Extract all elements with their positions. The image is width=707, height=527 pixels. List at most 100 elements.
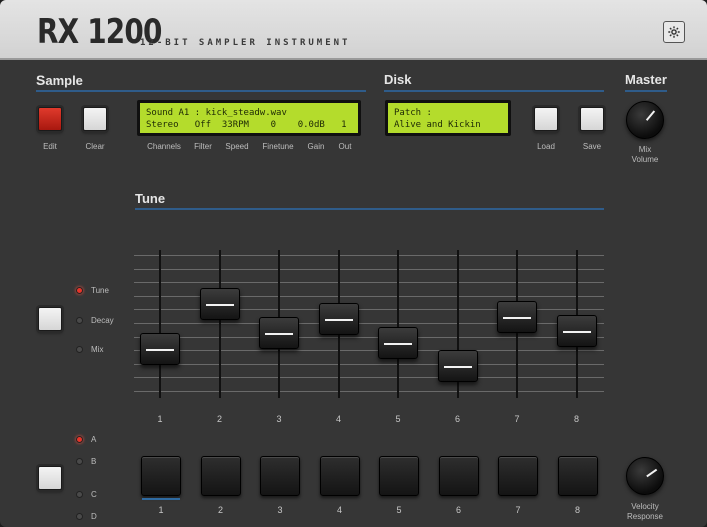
fader-indicator [265,333,293,336]
bank-led-b[interactable] [76,458,83,465]
drum-pad-7[interactable] [498,456,538,496]
sample-lcd-line1: Sound A1 : kick_steadw.wav [146,108,287,118]
drum-pad-number: 4 [336,505,342,515]
fader-indicator [146,349,174,352]
slider-gridline [134,350,604,352]
fader-indicator [205,304,234,307]
drum-pad-number: 7 [515,505,521,515]
edit-button[interactable] [38,107,62,131]
tune-fader-2[interactable] [199,288,240,321]
slider-gridline [134,363,604,365]
header-bar: RX 1200 12-BIT SAMPLER INSTRUMENT [0,0,707,60]
mix-volume-label-line1: Mix [638,145,652,154]
velocity-response-label-line1: Velocity [631,502,659,511]
bank-label-a: A [91,435,97,444]
tagline: 12-BIT SAMPLER INSTRUMENT [140,38,351,48]
disk-section-title: Disk [384,72,412,87]
tune-mode-led-mix[interactable] [76,346,83,353]
drum-pad-2[interactable] [200,456,241,496]
edit-label: Edit [43,142,57,151]
knob-pointer [646,468,658,478]
slider-track [159,250,161,398]
tune-mode-button[interactable] [38,307,62,331]
disk-lcd-line2: Alive and Kickin [394,120,481,130]
settings-button[interactable] [663,21,685,43]
clear-button[interactable] [83,107,107,131]
bank-led-d[interactable] [76,513,83,520]
drum-pad-number: 5 [396,505,402,515]
drum-pad-number: 6 [455,505,461,515]
velocity-response-knob[interactable] [626,457,664,495]
bank-select-button[interactable] [38,466,62,490]
tune-fader-6[interactable] [437,349,478,382]
sample-lcd: Sound A1 : kick_steadw.wav Stereo Off 33R… [137,100,361,136]
slider-track [397,250,399,398]
drum-pad-number: 2 [217,505,223,515]
rx1200-instrument: RX 1200 12-BIT SAMPLER INSTRUMENT Sample… [0,0,707,527]
drum-pad-number: 8 [574,505,580,515]
knob-pointer [645,110,656,121]
gear-icon [668,26,680,38]
tune-fader-1[interactable] [140,333,180,366]
tune-slider-number: 7 [514,414,520,424]
tune-section-divider [135,208,604,210]
drum-pad-1[interactable] [141,456,181,496]
drum-pad-3[interactable] [260,456,300,496]
tune-slider-bank: 1 2 3 4 5 6 7 8 [134,250,604,424]
fader-indicator [324,318,353,321]
slider-gridline [134,391,604,392]
bank-label-c: C [91,490,97,499]
tune-slider-number: 8 [573,414,579,424]
slider-gridline [134,336,604,338]
slider-gridline [134,377,604,379]
tune-slider-number: 6 [454,414,460,424]
sample-section-divider [36,90,366,92]
param-label-speed: Speed [225,142,249,151]
load-button[interactable] [534,107,558,131]
slider-gridline [134,255,604,256]
velocity-response-label-line2: Response [626,512,664,521]
param-label-filter: Filter [194,142,212,151]
drum-pad-4[interactable] [319,456,360,496]
param-label-gain: Gain [307,142,325,151]
tune-mode-label-mix: Mix [91,345,104,354]
tune-fader-8[interactable] [556,315,597,348]
tune-slider-number: 4 [335,414,341,424]
tune-fader-4[interactable] [318,302,359,335]
drum-pad-5[interactable] [379,456,419,496]
slider-track [218,250,221,398]
master-section-title: Master [625,72,667,87]
tune-mode-led-tune[interactable] [76,287,83,294]
param-label-finetune: Finetune [262,142,294,151]
tune-mode-label-tune: Tune [91,286,109,295]
fader-indicator [384,343,412,346]
tune-fader-5[interactable] [378,327,418,360]
tune-mode-led-decay[interactable] [76,317,83,324]
load-label: Load [537,142,555,151]
fader-indicator [443,365,472,368]
disk-lcd-line1: Patch : [394,108,432,118]
tune-mode-label-decay: Decay [91,316,114,325]
save-label: Save [582,142,602,151]
save-button[interactable] [580,107,604,131]
tune-fader-3[interactable] [259,317,299,350]
mix-volume-label-line2: Volume [631,155,659,164]
bank-label-b: B [91,457,97,466]
tune-section-title: Tune [135,191,166,206]
drum-pad-6[interactable] [438,456,479,496]
master-section-divider [625,90,667,92]
param-label-out: Out [338,142,352,151]
bank-led-a[interactable] [76,436,83,443]
tune-slider-number: 5 [395,414,401,424]
sample-section-title: Sample [36,72,83,88]
sample-lcd-line2: Stereo Off 33RPM 0 0.0dB 1 [146,120,347,130]
mix-volume-knob[interactable] [626,101,664,139]
drum-pad-number: 3 [277,505,283,515]
drum-pad-8[interactable] [557,456,598,496]
disk-lcd: Patch : Alive and Kickin [385,100,511,136]
drum-pad-number: 1 [158,505,164,515]
param-label-channels: Channels [147,142,181,151]
bank-led-c[interactable] [76,491,83,498]
tune-fader-7[interactable] [497,300,537,333]
tune-slider-number: 3 [276,414,282,424]
